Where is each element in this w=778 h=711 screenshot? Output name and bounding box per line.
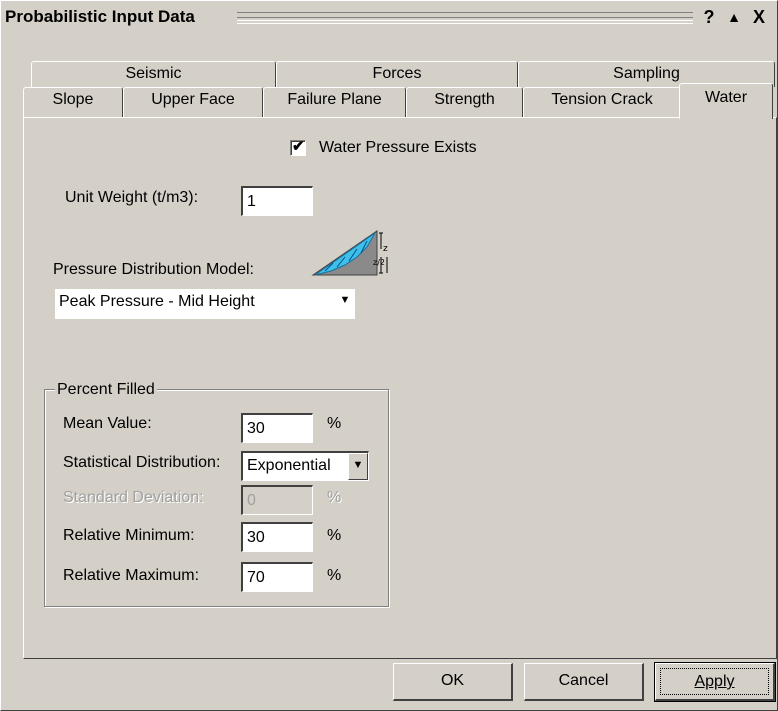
rel-max-unit: % <box>327 567 342 584</box>
mean-value-label: Mean Value: <box>63 415 152 432</box>
rel-max-label: Relative Maximum: <box>63 567 200 584</box>
probabilistic-input-dialog: Probabilistic Input Data ? ▲ X Seismic F… <box>0 0 778 711</box>
checkmark-icon: ✔ <box>292 138 305 155</box>
pressure-model-select[interactable]: Peak Pressure - Mid Height ▼ <box>55 289 355 319</box>
distribution-select[interactable]: Exponential ▼ <box>241 451 369 481</box>
ok-button[interactable]: OK <box>393 663 513 701</box>
tab-strength[interactable]: Strength <box>406 87 523 117</box>
pressure-distribution-diagram-icon: z z/2 <box>307 227 393 277</box>
distribution-selected: Exponential <box>247 457 331 474</box>
rel-min-label: Relative Minimum: <box>63 527 195 544</box>
std-dev-label: Standard Deviation: <box>63 489 204 506</box>
cancel-button[interactable]: Cancel <box>524 663 644 701</box>
std-dev-input: 0 <box>241 485 313 515</box>
tab-water[interactable]: Water <box>679 83 773 119</box>
tab-forces[interactable]: Forces <box>276 61 518 87</box>
help-icon[interactable]: ? <box>699 6 719 28</box>
apply-focus-rect: Apply <box>660 668 769 695</box>
window-title: Probabilistic Input Data <box>5 7 201 27</box>
svg-text:z: z <box>383 244 388 254</box>
rel-min-input[interactable]: 30 <box>241 522 313 552</box>
tab-seismic[interactable]: Seismic <box>31 61 276 87</box>
tab-tension-crack[interactable]: Tension Crack <box>523 87 681 117</box>
svg-text:z/2: z/2 <box>373 258 385 267</box>
chevron-down-icon[interactable]: ▼ <box>348 453 368 480</box>
apply-button-label: Apply <box>694 673 735 690</box>
std-dev-unit: % <box>327 489 342 506</box>
pressure-model-selected: Peak Pressure - Mid Height <box>59 293 255 310</box>
mean-value-unit: % <box>327 415 342 432</box>
unit-weight-input[interactable]: 1 <box>241 186 313 216</box>
unit-weight-label: Unit Weight (t/m3): <box>65 189 199 206</box>
tab-upper-face[interactable]: Upper Face <box>123 87 263 117</box>
tab-failure-plane[interactable]: Failure Plane <box>263 87 406 117</box>
collapse-icon[interactable]: ▲ <box>724 6 744 28</box>
percent-filled-title: Percent Filled <box>55 381 157 399</box>
rel-max-input[interactable]: 70 <box>241 562 313 592</box>
pressure-model-label: Pressure Distribution Model: <box>53 261 254 278</box>
distribution-label: Statistical Distribution: <box>63 454 221 471</box>
tab-slope[interactable]: Slope <box>23 87 123 117</box>
title-grip <box>237 12 693 24</box>
chevron-down-icon[interactable]: ▼ <box>335 289 355 319</box>
water-pressure-checkbox[interactable]: ✔ <box>290 138 306 156</box>
title-bar[interactable]: Probabilistic Input Data ? ▲ X <box>1 1 777 35</box>
close-icon[interactable]: X <box>749 6 769 28</box>
rel-min-unit: % <box>327 527 342 544</box>
apply-button[interactable]: Apply <box>654 662 776 702</box>
mean-value-input[interactable]: 30 <box>241 413 313 443</box>
water-pressure-label[interactable]: Water Pressure Exists <box>319 139 477 157</box>
